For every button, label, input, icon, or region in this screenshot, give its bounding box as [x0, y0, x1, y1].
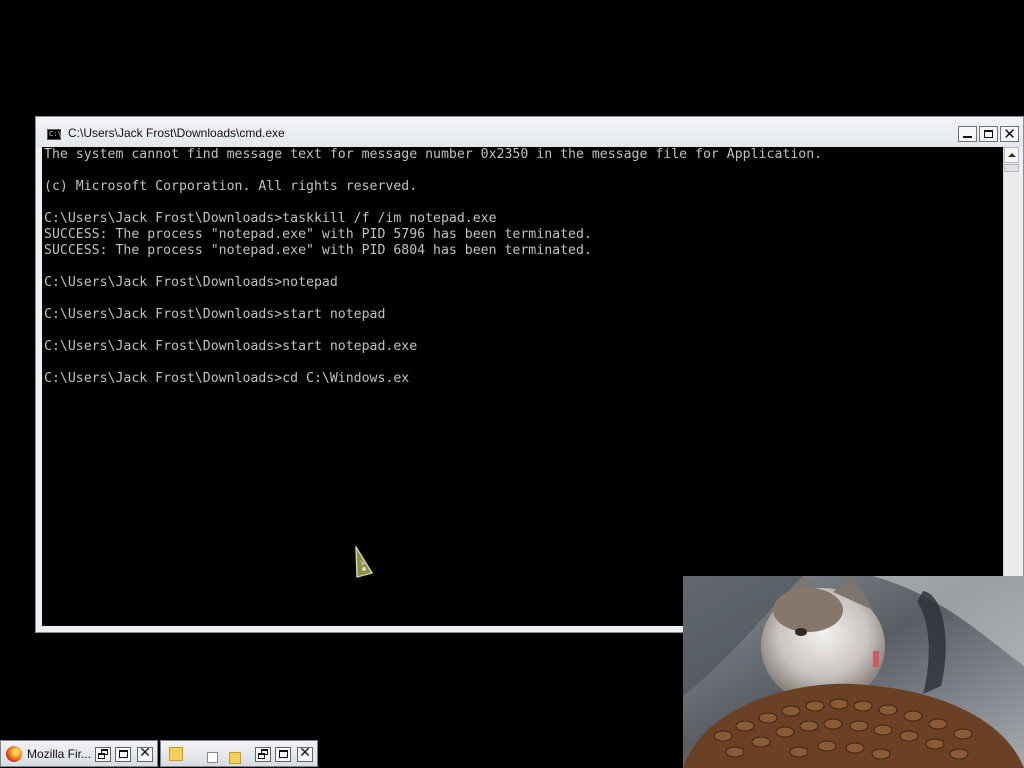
- maximize-button[interactable]: [979, 126, 998, 142]
- console-line: SUCCESS: The process "notepad.exe" with …: [44, 227, 592, 242]
- console-prompt-line: C:\Users\Jack Frost\Downloads>cd C:\Wind…: [44, 371, 410, 386]
- close-icon: ✕: [139, 745, 151, 761]
- maximize-button[interactable]: [115, 747, 131, 762]
- console-line: C:\Users\Jack Frost\Downloads>notepad: [44, 275, 338, 290]
- close-button[interactable]: ✕: [137, 745, 153, 762]
- scroll-up-icon[interactable]: [1004, 147, 1019, 163]
- title-bar[interactable]: C:\ C:\Users\Jack Frost\Downloads\cmd.ex…: [36, 117, 1023, 147]
- maximize-icon: [984, 130, 993, 138]
- taskbar-item-explorer[interactable]: ✕: [160, 740, 318, 767]
- cat-video-overlay[interactable]: [683, 576, 1024, 768]
- cmd-window[interactable]: C:\ C:\Users\Jack Frost\Downloads\cmd.ex…: [35, 116, 1024, 633]
- folder-icon: [169, 747, 183, 761]
- close-icon: ✕: [1003, 125, 1016, 143]
- window-controls: ✕: [958, 125, 1019, 143]
- scroll-thumb[interactable]: [1004, 164, 1019, 172]
- console-line: SUCCESS: The process "notepad.exe" with …: [44, 243, 592, 258]
- maximize-button[interactable]: [275, 747, 291, 762]
- console-line: C:\Users\Jack Frost\Downloads>start note…: [44, 339, 418, 354]
- restore-button[interactable]: [255, 747, 271, 762]
- mouse-cursor-icon: [355, 546, 374, 578]
- window-title: C:\Users\Jack Frost\Downloads\cmd.exe: [68, 126, 285, 140]
- cat-video-icon: [683, 576, 1024, 768]
- maximize-icon: [119, 750, 128, 758]
- taskbar-item-label: Mozilla Fir...: [27, 747, 92, 761]
- vertical-scrollbar[interactable]: [1003, 147, 1019, 626]
- minimize-icon: [963, 136, 972, 138]
- firefox-icon: [6, 746, 22, 762]
- close-button[interactable]: ✕: [297, 745, 313, 762]
- console-line: C:\Users\Jack Frost\Downloads>start note…: [44, 307, 386, 322]
- desktop: C:\ C:\Users\Jack Frost\Downloads\cmd.ex…: [0, 0, 1024, 768]
- console-line: C:\Users\Jack Frost\Downloads>taskkill /…: [44, 211, 497, 226]
- close-button[interactable]: ✕: [1000, 125, 1019, 143]
- taskbar-item-firefox[interactable]: Mozilla Fir... ✕: [0, 740, 158, 767]
- console-line: The system cannot find message text for …: [44, 147, 823, 162]
- close-icon: ✕: [299, 745, 311, 761]
- console-line: (c) Microsoft Corporation. All rights re…: [44, 179, 418, 194]
- restore-button[interactable]: [95, 747, 111, 762]
- maximize-icon: [279, 750, 288, 758]
- minimize-button[interactable]: [958, 126, 977, 142]
- console-output[interactable]: The system cannot find message text for …: [42, 147, 1003, 626]
- folder-icon: [229, 752, 241, 764]
- cmd-icon: C:\: [47, 129, 62, 140]
- checklist-icon: [207, 752, 218, 763]
